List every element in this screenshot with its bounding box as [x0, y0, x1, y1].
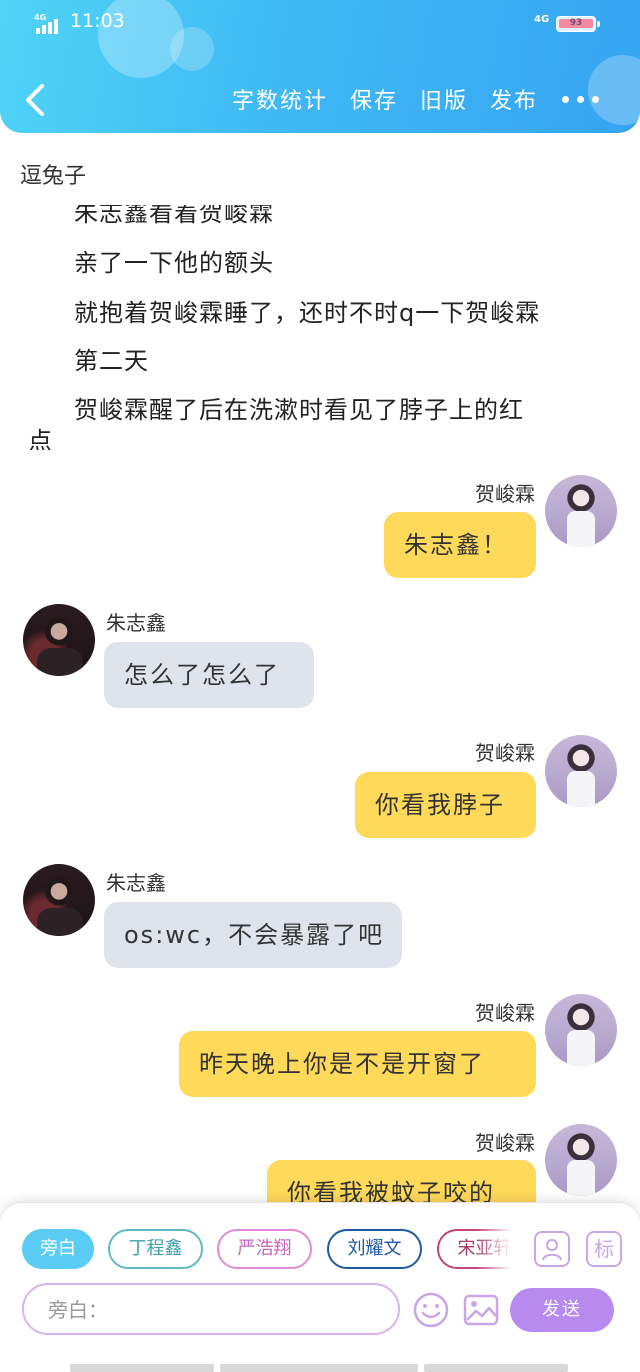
scroll-fade: [476, 1228, 516, 1272]
narration-line: 亲了一下他的额头: [74, 249, 274, 277]
speaker-name: 贺峻霖: [475, 482, 535, 506]
character-selector: 旁白 丁程鑫 严浩翔 刘耀文 宋亚轩: [22, 1228, 516, 1272]
message-bubble[interactable]: 朱志鑫！: [384, 512, 536, 578]
narration-line: 点: [28, 427, 53, 450]
message-bubble[interactable]: os:wc，不会暴露了吧: [104, 902, 402, 968]
message-input[interactable]: [48, 1295, 378, 1325]
battery-tip: [597, 21, 600, 27]
send-button[interactable]: 发送: [510, 1288, 614, 1332]
person-icon[interactable]: [534, 1231, 570, 1267]
status-time: 11:03: [70, 10, 125, 32]
decorative-bubble: [170, 27, 214, 71]
publish-button[interactable]: 发布: [490, 83, 538, 115]
label-button-text: 标: [594, 1237, 614, 1261]
avatar[interactable]: [545, 475, 617, 547]
speaker-name: 朱志鑫: [106, 871, 166, 895]
signal-icon: 4G: [34, 13, 58, 34]
message-bubble[interactable]: 昨天晚上你是不是开窗了: [179, 1031, 536, 1097]
speaker-name: 贺峻霖: [475, 1001, 535, 1025]
battery-icon: 93: [556, 16, 596, 32]
character-chip-yan[interactable]: 严浩翔: [217, 1229, 312, 1269]
narration-line: 第二天: [74, 347, 149, 375]
avatar[interactable]: [23, 604, 95, 676]
old-version-button[interactable]: 旧版: [420, 83, 468, 115]
avatar[interactable]: [23, 864, 95, 936]
speaker-name: 贺峻霖: [475, 741, 535, 765]
character-chip-liu[interactable]: 刘耀文: [327, 1229, 422, 1269]
avatar[interactable]: [545, 1124, 617, 1196]
avatar[interactable]: [545, 994, 617, 1066]
network-type-label: 4G: [534, 14, 550, 25]
image-icon[interactable]: [462, 1291, 500, 1329]
decorative-bubble: [588, 55, 640, 125]
character-chip-ding[interactable]: 丁程鑫: [108, 1229, 203, 1269]
speaker-name: 贺峻霖: [475, 1131, 535, 1155]
smile-icon[interactable]: [412, 1291, 450, 1329]
speaker-name: 朱志鑫: [106, 611, 166, 635]
save-button[interactable]: 保存: [350, 83, 398, 115]
message-bubble[interactable]: 你看我脖子: [355, 772, 536, 838]
narration-block: 朱志鑫看着贺峻霖 亲了一下他的额头 就抱着贺峻霖睡了，还时不时q一下贺峻霖 第二…: [0, 205, 640, 450]
back-arrow-icon[interactable]: [18, 80, 52, 120]
narration-line: 贺峻霖醒了后在洗漱时看见了脖子上的红: [74, 396, 524, 424]
message-bubble[interactable]: 怎么了怎么了: [104, 642, 314, 708]
narration-line: 就抱着贺峻霖睡了，还时不时q一下贺峻霖: [74, 299, 541, 327]
nav-gesture-bar: [220, 1364, 418, 1372]
character-chip-narrator[interactable]: 旁白: [22, 1229, 94, 1269]
top-app-bar: 4G 11:03 4G 93 字数统计 保存 旧版 发布: [0, 0, 640, 133]
word-count-button[interactable]: 字数统计: [232, 83, 328, 115]
avatar[interactable]: [545, 735, 617, 807]
person-icon-glyph: [542, 1239, 562, 1261]
battery-percent: 93: [569, 18, 583, 28]
nav-gesture-bar: [424, 1364, 568, 1372]
nav-gesture-bar: [70, 1364, 214, 1372]
story-title: 逗兔子: [20, 164, 87, 189]
label-button[interactable]: 标: [586, 1231, 622, 1267]
message-input-box: [22, 1283, 400, 1335]
narration-line: 朱志鑫看着贺峻霖: [74, 205, 274, 227]
network-type-label: 4G: [34, 13, 46, 22]
more-options-icon[interactable]: [562, 96, 600, 104]
